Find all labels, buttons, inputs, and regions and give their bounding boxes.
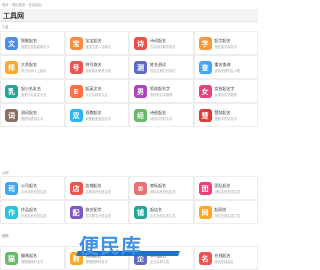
tool-desc: 企业名称生成	[150, 260, 170, 264]
tool-card[interactable]: ® 商标起名 商标名称在线生成	[129, 176, 194, 200]
tool-card[interactable]: 词测词起名 根据词语测名字	[0, 103, 65, 127]
tool-desc: 名字配字在线生成	[85, 214, 112, 218]
tool-grid-company: 司公司起名 公司名称在线生成店店铺起名 店铺名称在线生成 ® 商标起名 商标名称在线生成团…	[0, 176, 258, 224]
tool-card[interactable]: 测姓名测试 姓名五格打分测试	[129, 55, 194, 79]
tool-card[interactable]: 字起字起名 指定某字起名字	[193, 31, 258, 55]
tool-icon: 双	[69, 109, 83, 122]
tool-card[interactable]: 经诗经起名 诗经中的好名字	[129, 103, 194, 127]
tool-desc: 公司名称在线生成	[21, 190, 47, 194]
tool-card[interactable]: 名在线起名 综合在线起名	[193, 246, 258, 270]
tool-icon: 测	[134, 61, 147, 74]
tool-desc: 网名在线生成工具	[214, 214, 241, 218]
tool-icon: 名	[198, 252, 212, 265]
section-title: 人名	[2, 25, 9, 29]
tool-icon: 作	[5, 206, 18, 219]
breadcrumb[interactable]: 首页 › 便民服务 › 在线起名	[2, 2, 42, 7]
top-bar: 首页 › 便民服务 › 在线起名	[0, 0, 258, 8]
tool-icon: 查	[198, 61, 212, 74]
tool-card[interactable]: 作作品起名 作品名称在线生成	[0, 200, 65, 224]
tool-card[interactable]: 双双胞起名 双胞胎宝宝起名字	[64, 103, 129, 127]
tool-grid-personal: 文智能起名 根据生辰智能取名字宝宝宝起名 宝宝生辰八字起名诗诗词起名 古诗词中取好名字…	[0, 31, 258, 127]
tool-icon: 女	[198, 85, 212, 98]
tool-desc: 双胞胎宝宝起名字	[85, 117, 112, 121]
tool-desc: 查询全国同名人数	[214, 69, 241, 73]
tool-card[interactable]: E 起英文名 中文名转英文名	[64, 79, 129, 103]
tool-desc: 店名在线生成工具	[150, 214, 176, 218]
tool-card[interactable]: 师大师起名 专业大师人工起名	[0, 55, 65, 79]
tool-icon: 网	[198, 206, 212, 219]
tool-desc: 综合在线起名	[214, 260, 234, 264]
tool-icon: 配	[69, 206, 83, 219]
section-personal: 人名	[0, 24, 258, 30]
tool-desc: 楚辞中的好名字	[214, 117, 237, 121]
tool-desc: 根据词语测名字	[21, 117, 44, 121]
tool-icon: 词	[5, 109, 18, 122]
tool-desc: 店铺名称在线生成	[85, 190, 112, 194]
tool-icon: E	[69, 85, 83, 98]
tool-card[interactable]: 查重名查询 查询全国同名人数	[193, 55, 258, 79]
tool-card[interactable]: 诗诗词起名 古诗词中取好名字	[129, 31, 194, 55]
tool-icon: 楚	[198, 109, 212, 122]
tool-icon: 字	[198, 37, 212, 50]
tool-desc: 专业大师人工起名	[21, 69, 47, 73]
tool-icon: 乳	[5, 85, 18, 98]
tool-card[interactable]: 文智能起名 根据生辰智能取名字	[0, 31, 65, 55]
tool-desc: 男孩好名字推荐	[150, 93, 173, 97]
watermark-logo: 便民库	[63, 229, 183, 258]
tool-icon: 诗	[134, 37, 147, 50]
tool-icon: 猫	[5, 252, 18, 265]
tool-icon: 经	[134, 109, 147, 122]
tool-card[interactable]: 楚楚辞起名 楚辞中的好名字	[193, 103, 258, 127]
tool-icon: 团	[198, 182, 212, 195]
tool-desc: 商标名称在线生成	[150, 190, 176, 194]
tool-desc: 宝宝生辰八字起名	[85, 45, 112, 49]
tool-card[interactable]: 乳起小名乳名 宝宝小名乳名大全	[0, 79, 65, 103]
site-title[interactable]: 工具网	[3, 11, 24, 21]
tool-desc: 根据生辰智能取名字	[21, 45, 50, 49]
site-header: 工具网	[0, 9, 258, 22]
watermark-text: 便民库	[79, 234, 142, 258]
tool-icon: 号	[69, 61, 83, 74]
tool-icon: 店	[69, 182, 83, 195]
tool-desc: 宠物狗狗好名字	[85, 260, 108, 264]
tool-card[interactable]: 司公司起名 公司名称在线生成	[0, 176, 65, 200]
tool-icon: 铺	[134, 206, 147, 219]
tool-card[interactable]: 团团队起名 团队名称在线生成	[193, 176, 258, 200]
tool-card[interactable]: 店店铺起名 店铺名称在线生成	[64, 176, 129, 200]
tool-card[interactable]: 猫猫咪起名 宠物猫咪好名字	[0, 246, 65, 270]
tool-card[interactable]: 宝宝宝起名 宝宝生辰八字起名	[64, 31, 129, 55]
tool-icon: 宝	[69, 37, 83, 50]
tool-desc: 团队名称在线生成	[214, 190, 241, 194]
tool-desc: 古诗词中取好名字	[150, 45, 176, 49]
tool-card[interactable]: 女女孩起名字 女孩好名字推荐	[193, 79, 258, 103]
tool-card[interactable]: 号称号取名 游戏网名称号生成	[64, 55, 129, 79]
tool-desc: 中文名转英文名	[85, 93, 108, 97]
tool-card[interactable]: 男男孩起名字 男孩好名字推荐	[129, 79, 194, 103]
tool-desc: 指定某字起名字	[214, 45, 237, 49]
tool-icon: 师	[5, 61, 18, 74]
tool-desc: 姓名五格打分测试	[150, 69, 176, 73]
tool-desc: 诗经中的好名字	[150, 117, 173, 121]
tool-icon: ®	[134, 182, 147, 195]
tool-card[interactable]: 铺起店名 店名在线生成工具	[129, 200, 194, 224]
tool-desc: 女孩好名字推荐	[214, 93, 237, 97]
tool-card[interactable]: 网起网名 网名在线生成工具	[193, 200, 258, 224]
tool-desc: 作品名称在线生成	[21, 214, 47, 218]
tool-desc: 游戏网名称号生成	[85, 69, 112, 73]
tool-icon: 男	[134, 85, 147, 98]
tool-icon: 文	[5, 37, 18, 50]
tool-desc: 宠物猫咪好名字	[21, 260, 44, 264]
tool-icon: 司	[5, 182, 18, 195]
tool-card[interactable]: 配取名配字 名字配字在线生成	[64, 200, 129, 224]
tool-desc: 宝宝小名乳名大全	[21, 93, 47, 97]
